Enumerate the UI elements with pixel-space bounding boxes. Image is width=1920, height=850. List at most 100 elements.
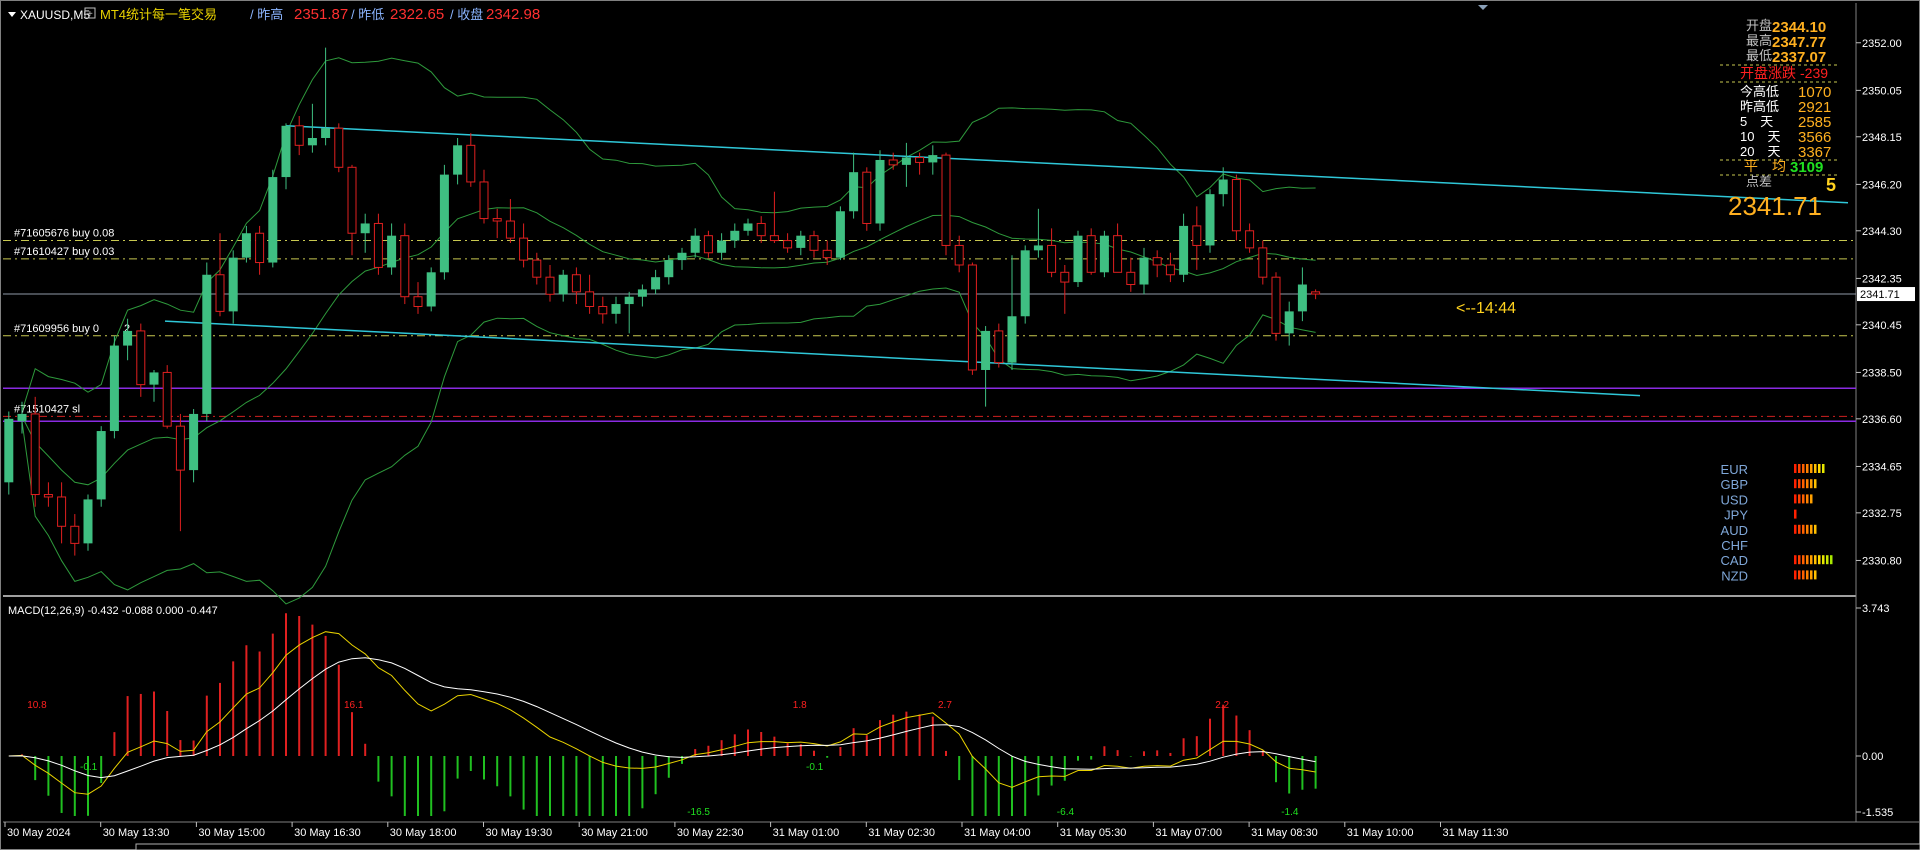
strength-bar	[1806, 479, 1809, 489]
strength-bar	[1818, 555, 1821, 565]
candle-body-bull	[796, 235, 806, 248]
strength-bar	[1802, 479, 1805, 489]
candle-body-bear	[1231, 179, 1241, 232]
currency-label: NZD	[1721, 568, 1748, 583]
strength-bar	[1794, 555, 1797, 565]
window-menu-icon[interactable]	[8, 12, 16, 17]
candle-body-bull	[426, 272, 436, 307]
candle-body-bull	[109, 345, 119, 432]
candle-body-bull	[281, 125, 291, 178]
strength-bar	[1810, 524, 1813, 534]
price-tick-label: 2332.75	[1862, 508, 1902, 520]
strength-bar	[1814, 464, 1817, 473]
candle-body-bull	[637, 289, 647, 297]
macd-extreme-label: 2.7	[938, 700, 952, 711]
indicator-title: MT4统计每一笔交易	[100, 7, 217, 22]
candle-body-bear	[769, 235, 779, 242]
candle-body-bull	[268, 177, 278, 263]
candle-body-bear	[136, 330, 146, 386]
candle-body-bear	[1258, 247, 1268, 278]
candle-body-bull	[1284, 311, 1294, 334]
avg-label: 平 均	[1744, 158, 1786, 174]
candle-body-bear	[215, 274, 225, 312]
macd-main-line	[8, 631, 1316, 795]
candle-body-bear	[492, 218, 502, 222]
strength-bar	[1794, 524, 1797, 534]
range-rows: 今高低 1070昨高低 29215 天 258510 天 356620 天 3367	[1740, 84, 1831, 161]
candle-body-bear	[294, 125, 304, 146]
horizontal-scrollbar[interactable]	[135, 843, 1920, 850]
prev-low-value: 2322.65	[390, 6, 444, 23]
candle-body-bear	[400, 235, 410, 298]
macd-signal-line	[8, 657, 1316, 779]
candle-body-bull	[1073, 235, 1083, 283]
candle-body-bull	[664, 260, 674, 278]
big-bid-price: 2341.71	[1728, 191, 1822, 221]
candle-body-bear	[175, 425, 185, 471]
strength-bar	[1794, 464, 1797, 473]
candle-body-bull	[875, 159, 885, 224]
avg-value: 3109	[1790, 159, 1823, 176]
candle-body-bear	[1126, 271, 1136, 286]
strength-bar	[1810, 464, 1813, 473]
channel-upper-line[interactable]	[285, 125, 1849, 204]
candle-body-bull	[123, 330, 133, 346]
time-tick-label: 30 May 13:30	[103, 827, 170, 839]
macd-extreme-label: -0.1	[806, 762, 824, 773]
spread-value: 5	[1826, 175, 1836, 195]
high-label: 最高	[1746, 33, 1772, 48]
candle-body-bull	[1099, 235, 1109, 273]
macd-title: MACD(12,26,9) -0.432 -0.088 0.000 -0.447	[8, 605, 218, 617]
time-tick-label: 30 May 22:30	[677, 827, 744, 839]
info-panel: 开盘 2344.10 最高 2347.77 最低 2337.07 开盘涨跌 -2…	[1720, 18, 1838, 221]
order-label: #71609956 buy 0	[14, 323, 99, 335]
close-label: / 收盘	[450, 7, 483, 22]
candle-body-bear	[334, 127, 344, 168]
candle-body-bull	[558, 274, 568, 295]
candle-body-bear	[1271, 276, 1281, 334]
candle-body-bull	[202, 274, 212, 414]
macd-axis-label: -1.535	[1862, 807, 1893, 819]
candle-body-bull	[96, 431, 106, 500]
symbol-label: XAUUSD,M5	[20, 8, 90, 22]
shift-marker-icon[interactable]	[1478, 5, 1488, 10]
currency-label: AUD	[1721, 523, 1748, 538]
candle-body-bear	[915, 157, 925, 163]
range-row-label: 昨高低	[1740, 99, 1779, 114]
candle-body-bull	[360, 223, 370, 234]
candle-body-bear	[822, 249, 832, 259]
strength-bar	[1794, 494, 1797, 504]
channel-lower-line[interactable]	[164, 320, 1641, 397]
trend-channel[interactable]	[164, 125, 1849, 397]
candle-body-bear	[466, 144, 476, 183]
macd-extreme-label: -6.4	[1057, 807, 1075, 818]
strength-bar	[1802, 570, 1805, 580]
macd-extreme-label: 10.8	[27, 700, 47, 711]
time-tick-label: 30 May 18:00	[390, 827, 457, 839]
chart-canvas[interactable]: #71605676 buy 0.08 #71610427 buy 0.03 #716…	[0, 0, 1920, 850]
candle-body-bull	[1297, 284, 1307, 312]
time-tick-label: 31 May 02:30	[868, 827, 935, 839]
strength-bar	[1806, 570, 1809, 580]
candle-body-bull	[1033, 245, 1043, 251]
candle-body-bear	[703, 235, 713, 254]
candle-body-bear	[783, 240, 793, 249]
candle-body-bull	[690, 235, 700, 253]
candle-body-bull	[307, 137, 317, 146]
candle-body-bull	[835, 211, 845, 258]
candle-body-bear	[505, 220, 515, 239]
open-change-value: -239	[1800, 65, 1828, 81]
candle-body-bear	[347, 166, 357, 234]
price-tick-label: 2336.60	[1862, 414, 1902, 426]
strength-bar	[1794, 509, 1797, 519]
candle-body-bull	[1007, 316, 1017, 363]
candle-body-bull	[17, 413, 27, 422]
candle-body-bear	[479, 181, 489, 220]
candle-body-bear	[954, 244, 964, 266]
strength-bar	[1802, 494, 1805, 504]
strength-bar	[1822, 555, 1825, 565]
macd-extreme-label: -1.4	[1281, 807, 1299, 818]
candle-body-bull	[849, 172, 859, 212]
currency-label: GBP	[1721, 477, 1748, 492]
macd-extreme-label: 1.8	[793, 700, 807, 711]
